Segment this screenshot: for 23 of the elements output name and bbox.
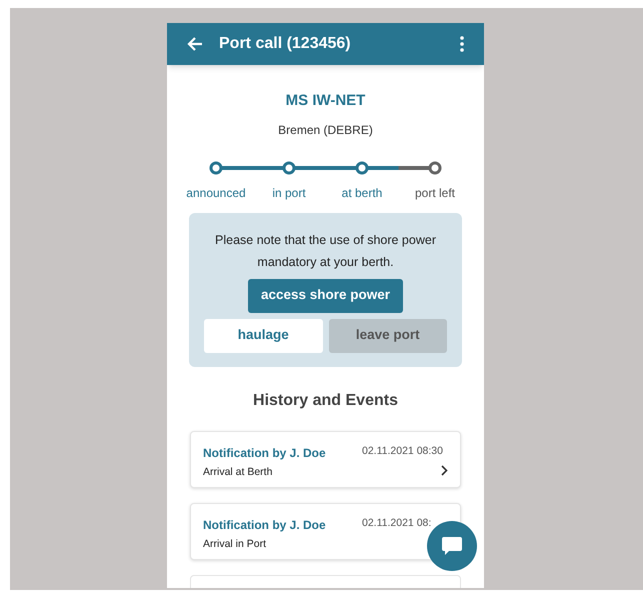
step-label: port left: [414, 184, 456, 202]
port-name: Bremen (DEBRE): [278, 122, 373, 138]
step-label: announced: [186, 184, 246, 202]
back-icon[interactable]: [187, 36, 203, 52]
step-label: in port: [272, 184, 306, 202]
section-title: History and Events: [252, 390, 399, 410]
step-label: at berth: [342, 184, 382, 202]
screen-title: Port call (123456): [219, 34, 352, 54]
event-description: Arrival in Port: [203, 536, 268, 552]
event-description: Arrival at Berth: [203, 464, 274, 480]
vessel-name: MS IW-NET: [286, 91, 366, 111]
event-title: Notification by J. Doe: [203, 444, 326, 462]
event-title: Notification by J. Doe: [203, 516, 326, 534]
event-card[interactable]: Notification by J. Doe 02.11.2021 08:30 Arrival at Berth: [190, 430, 461, 488]
chevron-right-icon: [441, 464, 448, 476]
notice-text: Please note that the use of shore power mandatory at your berth.: [214, 232, 437, 271]
action-button[interactable]: access shore power: [248, 278, 404, 312]
event-time: 02.11.2021 08:30: [362, 444, 444, 458]
action-button[interactable]: haulage: [204, 318, 322, 352]
event-card[interactable]: Notification by J. Doe 02.11.2021 08: Arrival in Port: [190, 502, 461, 560]
event-time: 02.11.2021 08:: [362, 516, 432, 530]
chat-icon: [441, 535, 463, 557]
more-icon[interactable]: [460, 36, 464, 52]
